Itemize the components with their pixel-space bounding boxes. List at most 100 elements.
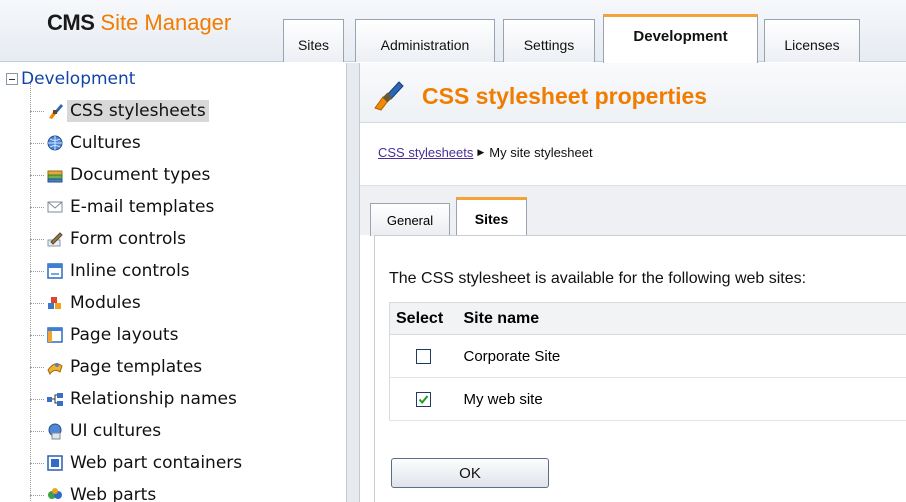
tree-connector (30, 174, 44, 176)
title-bar: CSS stylesheet properties (360, 63, 906, 123)
sidebar-item-label: Form controls (70, 229, 187, 249)
site-name-cell: Corporate Site (457, 334, 906, 378)
layout-icon (46, 326, 64, 344)
sidebar-item-label: CSS stylesheets (67, 100, 209, 122)
sidebar-item-ui-cultures[interactable]: UI cultures (30, 416, 164, 446)
breadcrumb-current: My site stylesheet (489, 145, 593, 160)
tab-label: Sites (297, 37, 330, 53)
sidebar-item-label: E-mail templates (70, 197, 215, 217)
logo-brand: CMS (47, 10, 95, 35)
tab-label: General (386, 212, 434, 228)
sidebar-item-css-stylesheets[interactable]: CSS stylesheets (30, 96, 209, 126)
tab-development[interactable]: Development (603, 14, 758, 63)
select-cell (389, 334, 458, 378)
sidebar-item-email-templates[interactable]: E-mail templates (30, 192, 217, 222)
sites-panel: The CSS stylesheet is available for the … (374, 235, 906, 502)
sidebar-item-document-types[interactable]: Document types (30, 160, 213, 190)
ok-button-label: OK (459, 464, 481, 482)
sidebar-item-label: Page layouts (70, 325, 179, 345)
tree-connector (30, 366, 44, 368)
collapse-toggle-icon[interactable] (6, 73, 18, 85)
relationship-icon (46, 390, 64, 408)
select-cell (389, 377, 458, 421)
webparts-icon (46, 486, 64, 502)
breadcrumb: CSS stylesheets ▶ My site stylesheet (378, 145, 593, 160)
tab-label: Settings (523, 37, 575, 53)
sidebar-item-form-controls[interactable]: Form controls (30, 224, 189, 254)
tab-settings[interactable]: Settings (503, 19, 595, 62)
sidebar-item-cultures[interactable]: Cultures (30, 128, 144, 158)
tab-general[interactable]: General (370, 203, 450, 236)
sidebar-item-label: Page templates (70, 357, 203, 377)
sidebar-tree: Development CSS stylesheets Cultures Doc… (0, 63, 346, 502)
app-logo: CMS Site Manager (47, 10, 231, 36)
intro-text: The CSS stylesheet is available for the … (389, 270, 807, 287)
container-icon (46, 454, 64, 472)
sidebar-item-inline-controls[interactable]: Inline controls (30, 256, 193, 286)
sidebar-item-label: UI cultures (70, 421, 162, 441)
envelope-icon (46, 198, 64, 216)
sidebar-item-label: Web part containers (70, 453, 243, 473)
sidebar-item-label: Document types (70, 165, 211, 185)
sidebar-item-web-part-containers[interactable]: Web part containers (30, 448, 245, 478)
sidebar-item-label: Cultures (70, 133, 141, 153)
sidebar-item-label: Relationship names (70, 389, 237, 409)
tab-label: Development (633, 27, 728, 45)
column-header-select: Select (389, 302, 458, 335)
tree-connector (30, 238, 44, 240)
sidebar-item-web-parts[interactable]: Web parts (30, 480, 159, 502)
column-header-site-name: Site name (457, 302, 906, 335)
tree-connector (30, 270, 44, 272)
tree-connector (30, 206, 44, 208)
tree-connector (30, 302, 44, 304)
site-name-cell: My web site (457, 377, 906, 421)
tree-connector (30, 142, 44, 144)
page-templates-icon (46, 358, 64, 376)
checkmark-icon (419, 395, 429, 405)
sidebar-item-page-layouts[interactable]: Page layouts (30, 320, 181, 350)
tree-connector (30, 334, 44, 336)
tree-connector (30, 494, 44, 496)
site-checkbox-corporate-site[interactable] (416, 349, 432, 365)
main-content: CSS stylesheet properties CSS stylesheet… (360, 63, 906, 502)
sidebar-item-label: Inline controls (70, 261, 190, 281)
brush-icon (372, 79, 404, 111)
tab-administration[interactable]: Administration (355, 19, 495, 62)
tree-connector (30, 430, 44, 432)
tab-sites[interactable]: Sites (456, 197, 527, 237)
tree-connector (30, 462, 44, 464)
sidebar-item-page-templates[interactable]: Page templates (30, 352, 205, 382)
globe-icon (46, 134, 64, 152)
table-row: Corporate Site (389, 334, 906, 378)
document-stack-icon (46, 166, 64, 184)
sidebar-item-label: Web parts (70, 485, 157, 502)
table-header-row: Select Site name (389, 302, 906, 335)
tree-root-development[interactable]: Development (6, 69, 135, 89)
tab-licenses[interactable]: Licenses (764, 19, 860, 62)
window-icon (46, 262, 64, 280)
logo-product: Site Manager (100, 10, 232, 35)
header-bar: CMS Site Manager Sites Administration Set… (0, 0, 906, 63)
tree-connector (30, 398, 44, 400)
tab-label: Licenses (784, 37, 840, 53)
brush-icon (46, 102, 64, 120)
property-tabs: General Sites (360, 185, 906, 237)
sidebar-item-relationship-names[interactable]: Relationship names (30, 384, 240, 414)
tab-label: Administration (380, 37, 470, 53)
site-checkbox-my-web-site[interactable] (416, 392, 432, 408)
sites-table: Select Site name Corporate Site My web s… (389, 302, 906, 421)
tab-sites[interactable]: Sites (283, 19, 344, 62)
sidebar-item-label: Modules (70, 293, 141, 313)
breadcrumb-separator-icon: ▶ (477, 147, 485, 157)
page-title: CSS stylesheet properties (422, 83, 708, 109)
pencil-form-icon (46, 230, 64, 248)
modules-icon (46, 294, 64, 312)
tree-root-label: Development (21, 69, 136, 89)
tab-label: Sites (474, 210, 509, 227)
sidebar-item-modules[interactable]: Modules (30, 288, 144, 318)
ui-cultures-icon (46, 422, 64, 440)
pane-splitter[interactable] (346, 63, 360, 502)
table-row: My web site (389, 377, 906, 421)
breadcrumb-link-css-stylesheets[interactable]: CSS stylesheets (378, 145, 473, 160)
ok-button[interactable]: OK (391, 458, 549, 488)
